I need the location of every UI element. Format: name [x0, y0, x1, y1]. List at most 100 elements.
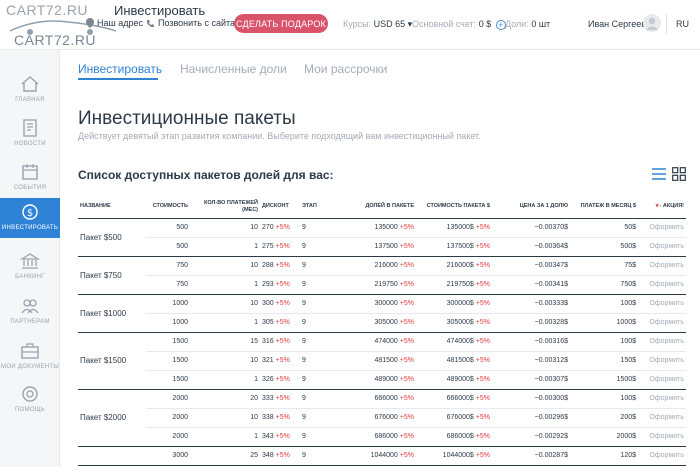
sidebar-item-partners[interactable]: ПАРТНЕРАМ — [0, 292, 60, 332]
payments-count-value: 10 — [250, 262, 258, 269]
language-switch[interactable]: RU — [676, 19, 689, 29]
monthly-payment: 100$ — [570, 332, 638, 352]
discount-value: 338 — [262, 414, 274, 421]
order-button[interactable]: Оформить — [638, 332, 686, 352]
stage: 9 — [300, 370, 340, 390]
bonus-percent: +5% — [399, 433, 414, 440]
table-row: Пакет $1000 1000 10 300 +5% 9 300000 +5% 30000… — [78, 294, 686, 333]
discount-value: 348 — [262, 452, 274, 459]
call-link[interactable]: Позвонить с сайта — [146, 18, 235, 28]
payments-count: 1 — [190, 370, 260, 390]
avatar[interactable] — [643, 14, 661, 32]
shares-count: 676000 +5% — [340, 408, 416, 428]
balance: Основной счет: 0 $ + — [412, 19, 506, 30]
payments-count: 1 — [190, 237, 260, 257]
shares-count: 474000 +5% — [340, 332, 416, 352]
order-button[interactable]: Оформить — [638, 237, 686, 257]
bonus-percent: +5% — [475, 376, 490, 383]
stage: 9 — [300, 256, 340, 276]
sidebar-item-banking[interactable]: БАНКИНГ — [0, 247, 60, 287]
tab-invest[interactable]: Инвестировать — [78, 62, 162, 76]
tab-installments[interactable]: Мои рассрочки — [304, 62, 387, 76]
package-cost: 1000 — [146, 294, 190, 314]
package-cost-value: 1000 — [172, 300, 188, 307]
stage: 9 — [300, 237, 340, 257]
sidebar-item-help[interactable]: ПОМОЩЬ — [0, 380, 60, 420]
shares-label: Доли: — [505, 19, 529, 29]
package-price-value: 474000$ — [446, 338, 474, 345]
column-header: НАЗВАНИЕ — [78, 196, 146, 219]
package-price-value: 489000$ — [446, 376, 474, 383]
shares-count-value: 474000 — [374, 338, 398, 345]
stage-value: 9 — [302, 281, 306, 288]
share-price: ~0.00316$ — [492, 332, 570, 352]
monthly-payment: 100$ — [570, 294, 638, 314]
order-button[interactable]: Оформить — [638, 446, 686, 466]
bonus-percent: +5% — [475, 243, 490, 250]
payments-count: 10 — [190, 351, 260, 371]
stage-value: 9 — [302, 338, 306, 345]
order-button[interactable]: Оформить — [638, 370, 686, 390]
order-button[interactable]: Оформить — [638, 294, 686, 314]
bonus-percent: +5% — [275, 452, 290, 459]
monthly-payment-value: 100$ — [620, 300, 636, 307]
stage: 9 — [300, 408, 340, 428]
user-name[interactable]: Иван Сергеев — [588, 19, 646, 29]
order-button[interactable]: Оформить — [638, 275, 686, 295]
table-row: 2000 10 338 +5% 9 676000 +5% 676000$ +5% ~0.00… — [78, 408, 686, 428]
package-price: 135000$ +5% — [416, 218, 492, 238]
order-button[interactable]: Оформить — [638, 256, 686, 276]
order-button[interactable]: Оформить — [638, 313, 686, 333]
share-price: ~0.00312$ — [492, 351, 570, 371]
share-price-value: ~0.00328$ — [534, 319, 568, 326]
tab-accrued-shares[interactable]: Начисленные доли — [180, 62, 287, 76]
monthly-payment: 50$ — [570, 218, 638, 238]
package-cost: 1500 — [146, 332, 190, 352]
discount: 321 +5% — [260, 351, 300, 371]
sidebar-item-invest[interactable]: $ ИНВЕСТИРОВАТЬ — [0, 198, 60, 238]
discount-value: 333 — [262, 395, 274, 402]
sidebar-item-home[interactable]: ГЛАВНАЯ — [0, 70, 60, 110]
order-button[interactable]: Оформить — [638, 408, 686, 428]
shares-count-value: 305000 — [374, 319, 398, 326]
sidebar-item-events[interactable]: СОБЫТИЯ — [0, 158, 60, 198]
sidebar-item-news[interactable]: НОВОСТИ — [0, 114, 60, 154]
grid-view-icon[interactable] — [672, 167, 686, 181]
package-name: Пакет $1500 — [78, 332, 146, 390]
payments-count-value: 1 — [254, 433, 258, 440]
package-price-value: 135000$ — [446, 224, 474, 231]
shares-count-value: 481500 — [374, 357, 398, 364]
shares-count: 489000 +5% — [340, 370, 416, 390]
column-header: ПЛАТЕЖ В МЕСЯЦ $ — [570, 196, 638, 219]
list-view-icon[interactable] — [652, 167, 666, 181]
newspaper-icon — [23, 119, 37, 137]
order-button[interactable]: Оформить — [638, 389, 686, 409]
monthly-payment: 150$ — [570, 351, 638, 371]
calendar-icon — [22, 164, 38, 180]
bonus-percent: +5% — [399, 395, 414, 402]
bonus-percent: +5% — [275, 262, 290, 269]
package-cost-value: 1500 — [172, 357, 188, 364]
gift-button[interactable]: СДЕЛАТЬ ПОДАРОК — [234, 14, 328, 33]
bonus-percent: +5% — [399, 243, 414, 250]
sidebar-item-documents[interactable]: МОИ ДОКУМЕНТЫ — [0, 337, 60, 377]
sidebar-item-label: ГЛАВНАЯ — [15, 97, 45, 103]
payments-count: 15 — [190, 332, 260, 352]
bonus-percent: +5% — [399, 281, 414, 288]
order-button[interactable]: Оформить — [638, 351, 686, 371]
payments-count-value: 15 — [250, 338, 258, 345]
discount: 338 +5% — [260, 408, 300, 428]
package-cost: 500 — [146, 237, 190, 257]
package-cost: 1500 — [146, 351, 190, 371]
address-link[interactable]: Наш адрес — [86, 18, 143, 28]
package-price-value: 676000$ — [446, 414, 474, 421]
rate-selector[interactable]: Курсы: USD 65 ▾ — [343, 19, 412, 30]
monthly-payment: 1000$ — [570, 313, 638, 333]
order-button[interactable]: Оформить — [638, 427, 686, 447]
monthly-payment: 100$ — [570, 389, 638, 409]
shares-count-value: 137500 — [374, 243, 398, 250]
monthly-payment-value: 100$ — [620, 338, 636, 345]
share-price-value: ~0.00347$ — [534, 262, 568, 269]
bonus-percent: +5% — [475, 319, 490, 326]
order-button[interactable]: Оформить — [638, 218, 686, 238]
